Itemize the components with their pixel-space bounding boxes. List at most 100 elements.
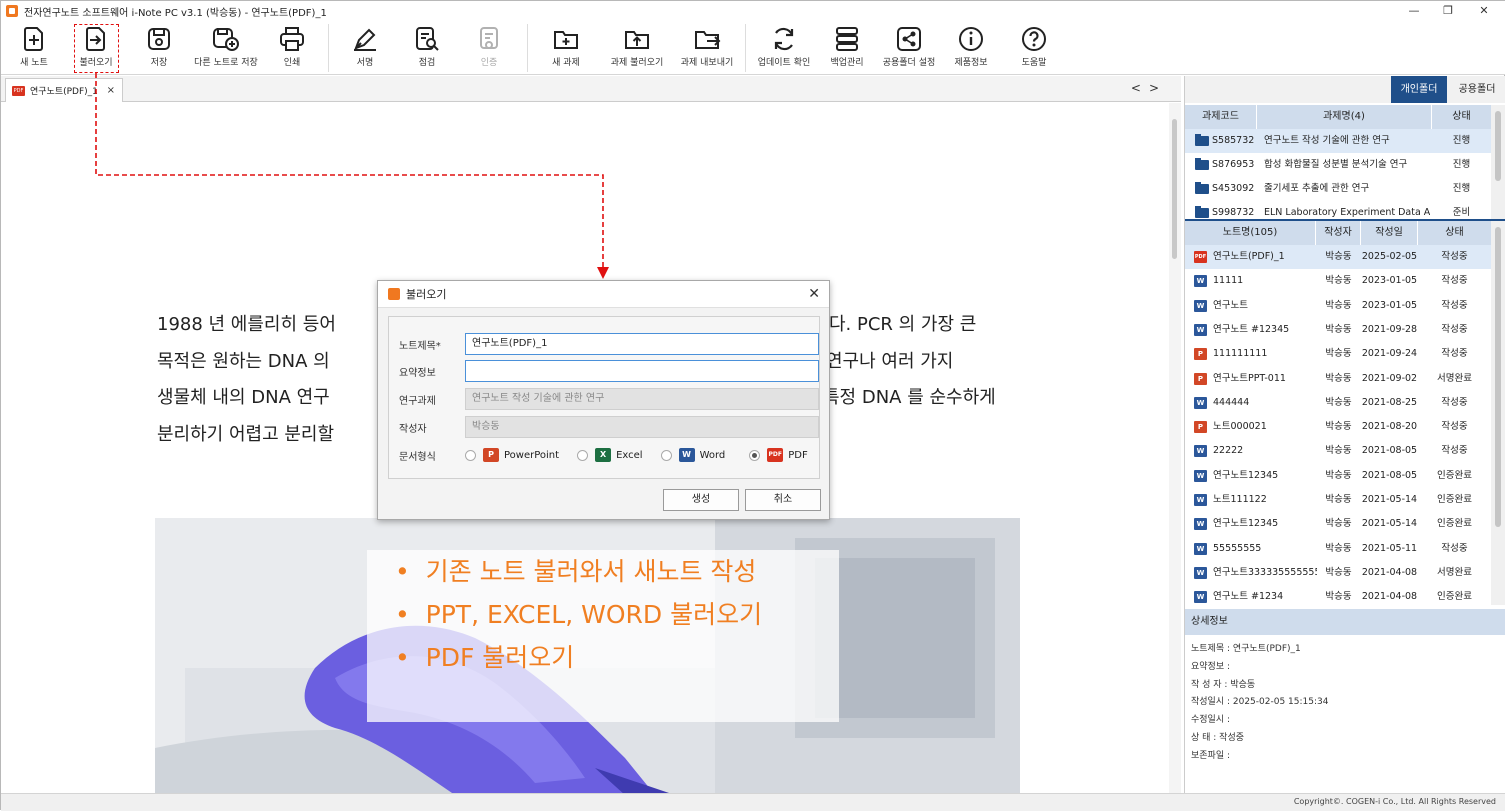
cancel-button[interactable]: 취소 xyxy=(745,489,821,511)
column-note-name[interactable]: 노트명(105) xyxy=(1185,221,1316,245)
column-note-date[interactable]: 작성일 xyxy=(1361,221,1418,245)
note-row[interactable]: W 444444 박승동 2021-08-25 작성중 xyxy=(1185,391,1491,415)
column-project-code[interactable]: 과제코드 xyxy=(1185,105,1257,129)
note-name: 연구노트 #1234 xyxy=(1213,591,1284,603)
column-project-status[interactable]: 상태 xyxy=(1432,105,1491,129)
detail-created: 작성일시 : 2025-02-05 15:15:34 xyxy=(1191,697,1329,708)
project-status: 진행 xyxy=(1452,183,1471,194)
update-button[interactable]: 업데이트 확인 xyxy=(749,26,819,68)
callout-arrow xyxy=(95,73,609,279)
folder-export-icon xyxy=(695,31,721,49)
projects-scrollbar[interactable] xyxy=(1491,105,1505,219)
note-date: 2021-05-11 xyxy=(1361,542,1418,554)
word-file-icon: W xyxy=(1194,299,1207,312)
project-row[interactable]: S453092 줄기세포 추출에 관한 연구 진행 xyxy=(1185,177,1491,201)
format-radio-excel[interactable] xyxy=(577,449,589,461)
note-name: 111111111 xyxy=(1213,348,1268,360)
project-row[interactable]: S876953 합성 화합물질 성분별 분석기술 연구 진행 xyxy=(1185,153,1491,177)
column-note-author[interactable]: 작성자 xyxy=(1316,221,1361,245)
project-code: S453092 xyxy=(1212,183,1255,194)
word-file-icon: W xyxy=(1194,591,1207,604)
note-row[interactable]: PDF 연구노트(PDF)_1 박승동 2025-02-05 작성중 xyxy=(1185,245,1491,269)
note-status: 작성중 xyxy=(1441,323,1468,335)
note-name: 22222 xyxy=(1213,445,1244,457)
note-author: 박승동 xyxy=(1325,396,1352,408)
note-row[interactable]: P 노트000021 박승동 2021-08-20 작성중 xyxy=(1185,415,1491,439)
project-name: 줄기세포 추출에 관한 연구 xyxy=(1264,183,1370,194)
summary-input[interactable] xyxy=(465,360,819,382)
export-project-button[interactable]: 과제 내보내기 xyxy=(672,26,742,68)
note-date: 2021-08-25 xyxy=(1361,396,1418,408)
note-status: 작성중 xyxy=(1441,348,1468,360)
column-project-name[interactable]: 과제명(4) xyxy=(1257,105,1432,129)
note-date: 2021-05-14 xyxy=(1361,518,1418,530)
note-row[interactable]: W 연구노트 박승동 2023-01-05 작성중 xyxy=(1185,294,1491,318)
tab-prev-icon[interactable]: < xyxy=(1131,81,1149,95)
format-radio-word[interactable] xyxy=(660,449,672,461)
note-row[interactable]: W 연구노트 #12345 박승동 2021-09-28 작성중 xyxy=(1185,318,1491,342)
word-file-icon: W xyxy=(1194,494,1207,506)
word-file-icon: W xyxy=(1194,542,1207,555)
project-row[interactable]: S585732 연구노트 작성 기술에 관한 연구 진행 xyxy=(1185,129,1491,153)
maximize-icon[interactable]: ❐ xyxy=(1431,1,1465,21)
note-row[interactable]: P 111111111 박승동 2021-09-24 작성중 xyxy=(1185,342,1491,366)
tab-personal-folder[interactable]: 개인폴더 xyxy=(1391,76,1447,103)
pdf-file-icon: PDF xyxy=(1194,251,1207,263)
scrollbar-thumb[interactable] xyxy=(1172,119,1177,259)
note-row[interactable]: W 22222 박승동 2021-08-05 작성중 xyxy=(1185,439,1491,463)
note-row[interactable]: W 연구노트 #1234 박승동 2021-04-08 인증완료 xyxy=(1185,585,1491,605)
project-status: 준비 xyxy=(1452,207,1471,218)
author-input: 박승동 xyxy=(465,416,819,438)
format-label-pdf: PDF xyxy=(788,449,808,461)
folder-icon xyxy=(1195,134,1209,146)
project-label: 연구과제 xyxy=(399,395,436,407)
note-row[interactable]: W 연구노트12345 박승동 2021-05-14 인증완료 xyxy=(1185,512,1491,536)
tab-next-icon[interactable]: > xyxy=(1149,81,1167,95)
folder-icon xyxy=(1195,206,1209,218)
document-scrollbar[interactable] xyxy=(1169,103,1181,793)
create-button[interactable]: 생성 xyxy=(663,489,739,511)
notes-scrollbar[interactable] xyxy=(1491,221,1505,605)
project-name: ELN Laboratory Experiment Data Analysis xyxy=(1264,207,1430,218)
note-author: 박승동 xyxy=(1325,469,1352,481)
word-file-icon: W xyxy=(1194,518,1207,531)
author-label: 작성자 xyxy=(399,423,427,435)
note-row[interactable]: P 연구노트PPT-011 박승동 2021-09-02 서명완료 xyxy=(1185,367,1491,391)
help-button[interactable]: 도움말 xyxy=(999,26,1069,68)
about-button[interactable]: 제품정보 xyxy=(936,26,1006,68)
scrollbar-thumb[interactable] xyxy=(1495,111,1501,181)
note-date: 2023-01-05 xyxy=(1361,275,1418,287)
note-title-input[interactable]: 연구노트(PDF)_1 xyxy=(465,333,819,355)
note-row[interactable]: W 연구노트333335555555 박승동 2021-04-08 서명완료 xyxy=(1185,561,1491,585)
dialog-close-icon[interactable]: ✕ xyxy=(808,286,820,302)
note-row[interactable]: W 노트111122 박승동 2021-05-14 인증완료 xyxy=(1185,488,1491,512)
status-bar: Copyright©. COGEN-i Co., Ltd. All Rights… xyxy=(1,793,1505,811)
minimize-icon[interactable]: — xyxy=(1397,1,1431,21)
project-name: 연구노트 작성 기술에 관한 연구 xyxy=(1264,135,1390,146)
format-radio-pdf[interactable] xyxy=(749,449,761,461)
close-icon[interactable]: ✕ xyxy=(1467,1,1501,21)
column-note-status[interactable]: 상태 xyxy=(1418,221,1491,245)
import-dialog: 불러오기 ✕ 노트제목* 연구노트(PDF)_1 요약정보 연구과제 연구노트 … xyxy=(377,280,830,520)
excel-icon: X xyxy=(595,448,612,462)
word-file-icon: W xyxy=(1194,445,1207,458)
format-radio-powerpoint[interactable] xyxy=(465,449,476,461)
project-code: S585732 xyxy=(1212,135,1255,146)
format-label-powerpoint: PowerPoint xyxy=(504,449,560,461)
tab-shared-folder[interactable]: 공용폴더 xyxy=(1447,76,1505,103)
backup-button[interactable]: 백업관리 xyxy=(812,26,882,68)
note-author: 박승동 xyxy=(1325,591,1352,603)
detail-modified: 수정일시 : xyxy=(1191,715,1231,726)
feature-bullet: • 기존 노트 불러와서 새노트 작성 xyxy=(395,557,757,586)
project-row[interactable]: S998732 ELN Laboratory Experiment Data An… xyxy=(1185,201,1491,219)
word-icon: W xyxy=(678,448,695,462)
powerpoint-icon: P xyxy=(483,448,499,462)
note-row[interactable]: W 55555555 박승동 2021-05-11 작성중 xyxy=(1185,537,1491,561)
share-settings-button[interactable]: 공용폴더 설정 xyxy=(874,26,944,68)
note-name: 연구노트333335555555 xyxy=(1213,566,1317,578)
scrollbar-thumb[interactable] xyxy=(1495,227,1501,527)
note-row[interactable]: W 11111 박승동 2023-01-05 작성중 xyxy=(1185,269,1491,293)
help-icon xyxy=(1022,27,1046,51)
note-row[interactable]: W 연구노트12345 박승동 2021-08-05 인증완료 xyxy=(1185,464,1491,488)
note-date: 2021-08-20 xyxy=(1361,421,1418,433)
